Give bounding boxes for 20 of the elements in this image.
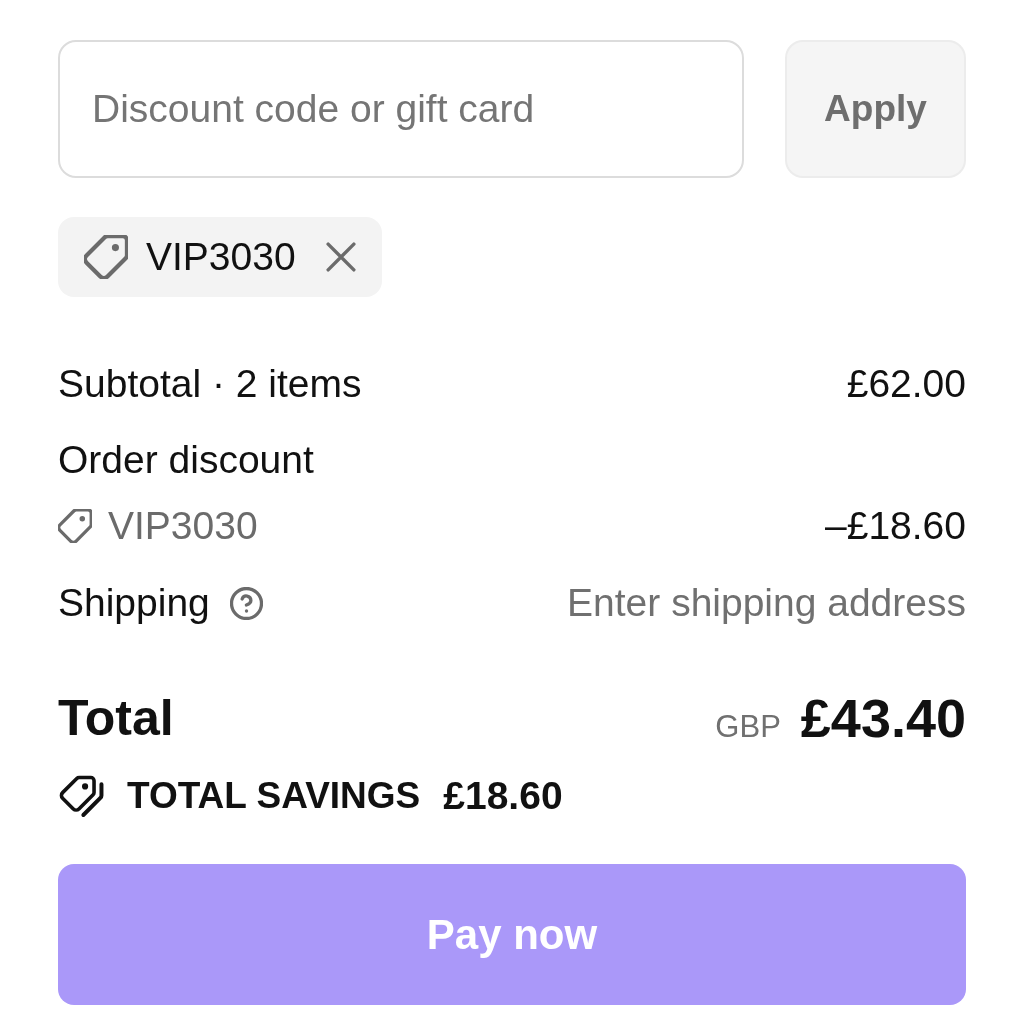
discount-code: VIP3030 [108, 502, 258, 549]
subtotal-label: Subtotal · 2 items [58, 360, 362, 407]
tags-icon [58, 774, 104, 818]
discount-value: –£18.60 [825, 502, 966, 549]
discount-label: Order discount [58, 436, 314, 483]
savings-label: TOTAL SAVINGS [127, 774, 421, 819]
subtotal-value: £62.00 [846, 360, 966, 407]
remove-code-button[interactable] [325, 242, 356, 272]
shipping-value: Enter shipping address [567, 579, 966, 626]
applied-code: VIP3030 [146, 233, 296, 280]
currency-code: GBP [715, 707, 781, 746]
total-amount: £43.40 [800, 686, 966, 750]
savings-amount: £18.60 [443, 772, 563, 819]
total-label: Total [58, 688, 174, 748]
shipping-label: Shipping [58, 579, 210, 626]
help-icon[interactable] [229, 586, 263, 620]
discount-code-field[interactable]: Discount code or gift card [58, 40, 744, 178]
tag-icon [84, 235, 128, 279]
close-icon [325, 242, 356, 272]
tag-icon [58, 509, 92, 543]
